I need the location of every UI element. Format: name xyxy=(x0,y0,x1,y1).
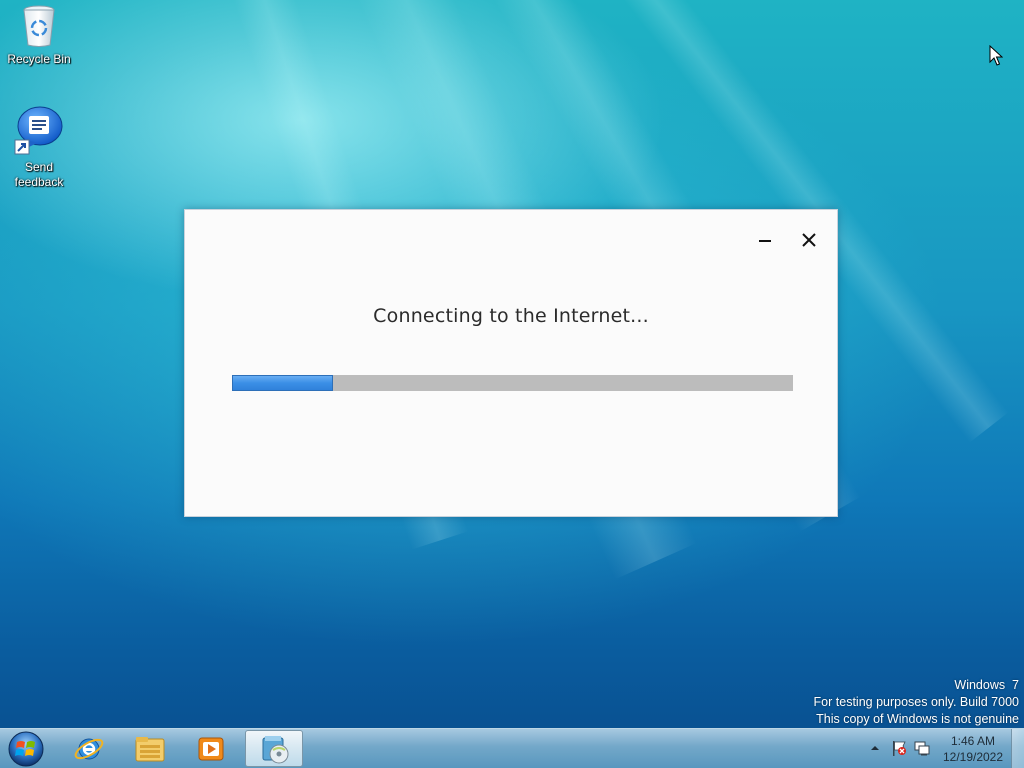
taskbar: 1:46 AM 12/19/2022 xyxy=(0,728,1024,768)
feedback-bubble-icon xyxy=(14,106,63,155)
recycle-bin-icon xyxy=(23,5,55,47)
windows-orb-icon xyxy=(8,731,44,767)
recycle-bin-desktop-icon[interactable]: Recycle Bin xyxy=(1,2,77,67)
taskbar-media-player-button[interactable] xyxy=(182,730,240,767)
watermark-build-info: For testing purposes only. Build 7000 xyxy=(813,695,1019,709)
internet-explorer-icon xyxy=(74,738,104,760)
progress-bar xyxy=(232,375,793,391)
desktop: Recycle Bin Send feedback Connecting to … xyxy=(0,0,1024,768)
watermark-os-name: Windows 7 xyxy=(954,678,1019,692)
action-center-flag-icon[interactable] xyxy=(890,739,908,757)
mouse-pointer-icon xyxy=(989,45,1003,66)
show-desktop-button[interactable] xyxy=(1011,729,1024,768)
taskbar-windows-explorer-button[interactable] xyxy=(121,730,179,767)
progress-bar-fill xyxy=(232,375,333,391)
windows-explorer-icon xyxy=(135,737,165,762)
minimize-icon xyxy=(759,240,771,242)
clock-date: 12/19/2022 xyxy=(942,750,1004,764)
minimize-button[interactable] xyxy=(751,227,779,253)
dialog-status-message: Connecting to the Internet... xyxy=(373,305,649,327)
close-button[interactable] xyxy=(795,227,823,253)
start-button[interactable] xyxy=(6,730,46,768)
taskbar-setup-button-active[interactable] xyxy=(245,730,303,767)
windows-watermark: Windows 7 For testing purposes only. Bui… xyxy=(814,677,1019,728)
setup-disc-icon xyxy=(262,736,289,764)
send-feedback-label: Send feedback xyxy=(14,160,64,189)
media-player-icon xyxy=(198,737,224,761)
clock-time: 1:46 AM xyxy=(950,734,996,748)
watermark-genuine-notice: This copy of Windows is not genuine xyxy=(816,712,1019,726)
connecting-dialog: Connecting to the Internet... xyxy=(184,209,838,517)
send-feedback-desktop-icon[interactable]: Send feedback xyxy=(1,106,77,190)
close-icon xyxy=(802,233,816,247)
show-hidden-icons-arrow-icon[interactable] xyxy=(868,741,882,755)
recycle-bin-label: Recycle Bin xyxy=(7,52,71,66)
network-status-icon[interactable] xyxy=(913,739,931,757)
taskbar-clock[interactable]: 1:46 AM 12/19/2022 xyxy=(938,733,1008,765)
taskbar-internet-explorer-button[interactable] xyxy=(60,730,118,767)
